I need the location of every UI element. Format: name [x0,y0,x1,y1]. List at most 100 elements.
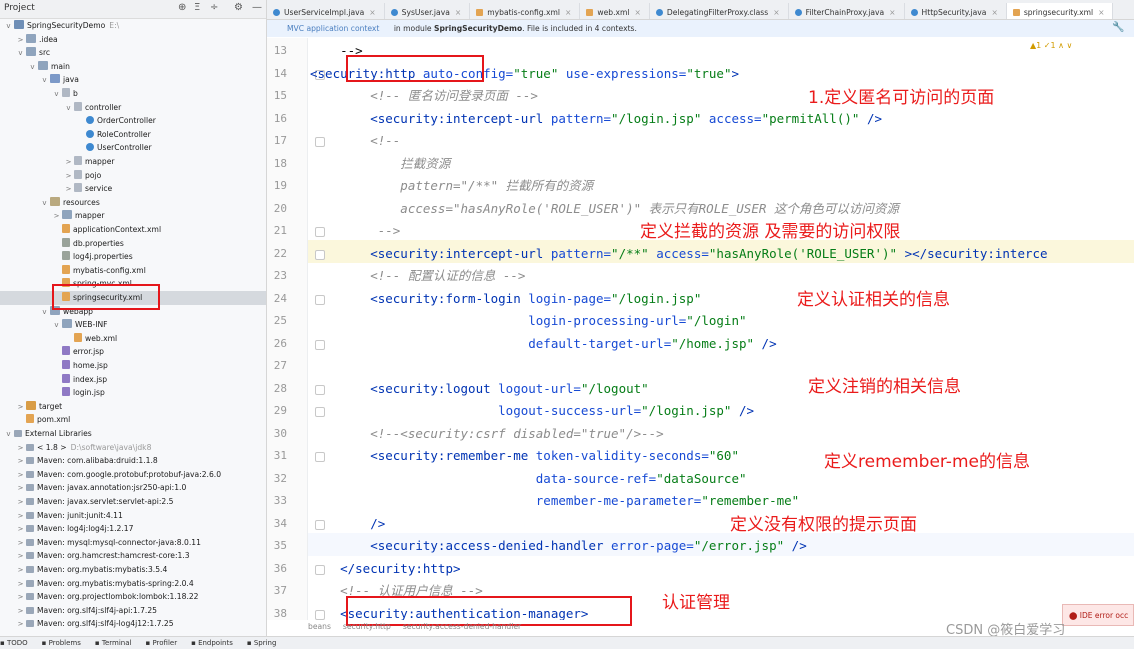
editor-tab[interactable]: springsecurity.xml × [1006,3,1114,19]
close-icon[interactable]: × [455,8,461,17]
breadcrumb-item[interactable]: beans [308,622,331,631]
close-icon[interactable]: × [773,8,779,17]
breadcrumb-item[interactable]: security:http [343,622,391,631]
tree-item[interactable]: db.properties [0,237,266,251]
chevron-right-icon[interactable]: > [16,401,25,415]
chevron-right-icon[interactable]: > [16,496,25,510]
tree-item[interactable]: > Maven: junit:junit:4.11 [0,509,266,524]
breadcrumb-item[interactable]: security:access-denied-handler [403,622,521,631]
chevron-down-icon[interactable]: v [52,88,61,102]
chevron-right-icon[interactable]: > [16,469,25,483]
chevron-down-icon[interactable]: v [52,319,61,333]
chevron-right-icon[interactable]: > [16,605,25,619]
tree-item[interactable]: login.jsp [0,386,266,400]
collapse-all-icon[interactable]: ÷ [210,2,218,13]
tree-item[interactable]: v src [0,46,266,61]
tree-item[interactable]: > .idea [0,33,266,48]
tool-window-button[interactable]: ▪ Spring [247,639,277,647]
chevron-down-icon[interactable]: v [40,306,49,320]
tree-item[interactable]: pom.xml [0,413,266,427]
chevron-down-icon[interactable]: v [64,102,73,116]
tree-item[interactable]: log4j.properties [0,250,266,264]
close-icon[interactable]: × [635,8,641,17]
chevron-right-icon[interactable]: > [16,564,25,578]
tree-item[interactable]: > < 1.8 > D:\software\java\jdk8 [0,441,266,456]
chevron-right-icon[interactable]: > [64,156,73,170]
tree-item[interactable]: mybatis-config.xml [0,264,266,278]
tree-item[interactable]: > Maven: org.slf4j:slf4j-api:1.7.25 [0,604,266,619]
tree-item[interactable]: v WEB-INF [0,318,266,333]
tree-item[interactable]: > mapper [0,209,266,224]
chevron-right-icon[interactable]: > [64,183,73,197]
hide-icon[interactable]: — [252,2,262,13]
tree-item[interactable]: > Maven: javax.servlet:servlet-api:2.5 [0,495,266,510]
close-icon[interactable]: × [889,8,895,17]
tree-item[interactable]: > Maven: org.mybatis:mybatis:3.5.4 [0,563,266,578]
inspection-widget[interactable]: ▲1 ✓1 ∧ ∨ [1030,41,1072,50]
chevron-right-icon[interactable]: > [16,523,25,537]
tool-window-button[interactable]: ▪ Problems [42,639,81,647]
expand-all-icon[interactable]: Ξ [194,2,200,13]
chevron-right-icon[interactable]: > [16,442,25,456]
close-icon[interactable]: × [991,8,997,17]
editor-tab[interactable]: SysUser.java × [385,3,471,19]
editor-tab[interactable]: FilterChainProxy.java × [789,3,905,19]
locate-icon[interactable]: ⊕ [178,2,186,13]
tree-item[interactable]: v java [0,73,266,87]
tree-item[interactable]: v SpringSecurityDemo E:\ [0,19,266,34]
chevron-down-icon[interactable]: v [4,20,13,34]
tree-item[interactable]: v resources [0,196,266,211]
chevron-down-icon[interactable]: v [4,428,13,442]
editor-tab[interactable]: web.xml × [580,3,650,19]
chevron-right-icon[interactable]: > [16,455,25,469]
tree-item[interactable]: v controller [0,101,266,116]
tree-item[interactable]: > service [0,182,266,197]
wrench-icon[interactable]: 🔧 [1112,22,1124,33]
tree-item[interactable]: OrderController [0,114,266,128]
ide-error-balloon[interactable]: ⬤ IDE error occ [1062,604,1134,626]
tree-item[interactable]: > Maven: mysql:mysql-connector-java:8.0.1… [0,536,266,551]
tree-item[interactable]: > Maven: org.slf4j:slf4j-log4j12:1.7.25 [0,617,266,632]
tree-item[interactable]: > pojo [0,169,266,184]
tree-item[interactable]: home.jsp [0,359,266,373]
chevron-down-icon[interactable]: v [40,197,49,211]
context-selector[interactable]: MVC application context [287,24,379,33]
tree-item[interactable]: error.jsp [0,345,266,359]
project-title[interactable]: Project [4,3,35,13]
tree-item[interactable]: index.jsp [0,373,266,387]
chevron-right-icon[interactable]: > [52,210,61,224]
tool-window-button[interactable]: ▪ TODO [0,639,28,647]
chevron-right-icon[interactable]: > [16,482,25,496]
tree-item[interactable]: vb [0,87,266,102]
editor-tab[interactable]: DelegatingFilterProxy.class × [650,3,789,19]
chevron-right-icon[interactable]: > [16,510,25,524]
gear-icon[interactable]: ⚙ [234,2,243,13]
chevron-right-icon[interactable]: > [16,550,25,564]
line-gutter[interactable]: 13 14 15 16 17 18 19 20 21 22 23 24 25 26 27 28 29 30 31 32… [267,38,325,620]
chevron-down-icon[interactable]: v [16,47,25,61]
tree-item[interactable]: > Maven: org.projectlombok:lombok:1.18.22 [0,590,266,604]
tree-item[interactable]: > Maven: com.google.protobuf:protobuf-jav… [0,468,266,483]
tree-item[interactable]: > Maven: com.alibaba:druid:1.1.8 [0,454,266,469]
tree-item[interactable]: web.xml [0,332,266,346]
tree-item[interactable]: > mapper [0,155,266,170]
code-editor[interactable]: --> <security:http auto-config="true" use… [310,38,1134,620]
tree-item[interactable]: > target [0,400,266,415]
tree-item[interactable]: > Maven: log4j:log4j:1.2.17 [0,522,266,537]
tool-window-button[interactable]: ▪ Endpoints [191,639,233,647]
chevron-right-icon[interactable]: > [16,578,25,592]
tool-window-button[interactable]: ▪ Profiler [145,639,177,647]
tree-item[interactable]: > Maven: org.hamcrest:hamcrest-core:1.3 [0,549,266,564]
chevron-right-icon[interactable]: > [16,34,25,48]
chevron-right-icon[interactable]: > [64,170,73,184]
tree-item[interactable]: UserController [0,141,266,155]
tree-item[interactable]: v External Libraries [0,427,266,442]
editor-tab[interactable]: mybatis-config.xml × [470,3,581,19]
chevron-right-icon[interactable]: > [16,537,25,551]
close-icon[interactable]: × [565,8,571,17]
tree-item[interactable]: applicationContext.xml [0,223,266,237]
editor-tab[interactable]: HttpSecurity.java × [905,3,1007,19]
chevron-right-icon[interactable]: > [16,618,25,632]
close-icon[interactable]: × [369,8,375,17]
close-icon[interactable]: × [1098,8,1104,17]
